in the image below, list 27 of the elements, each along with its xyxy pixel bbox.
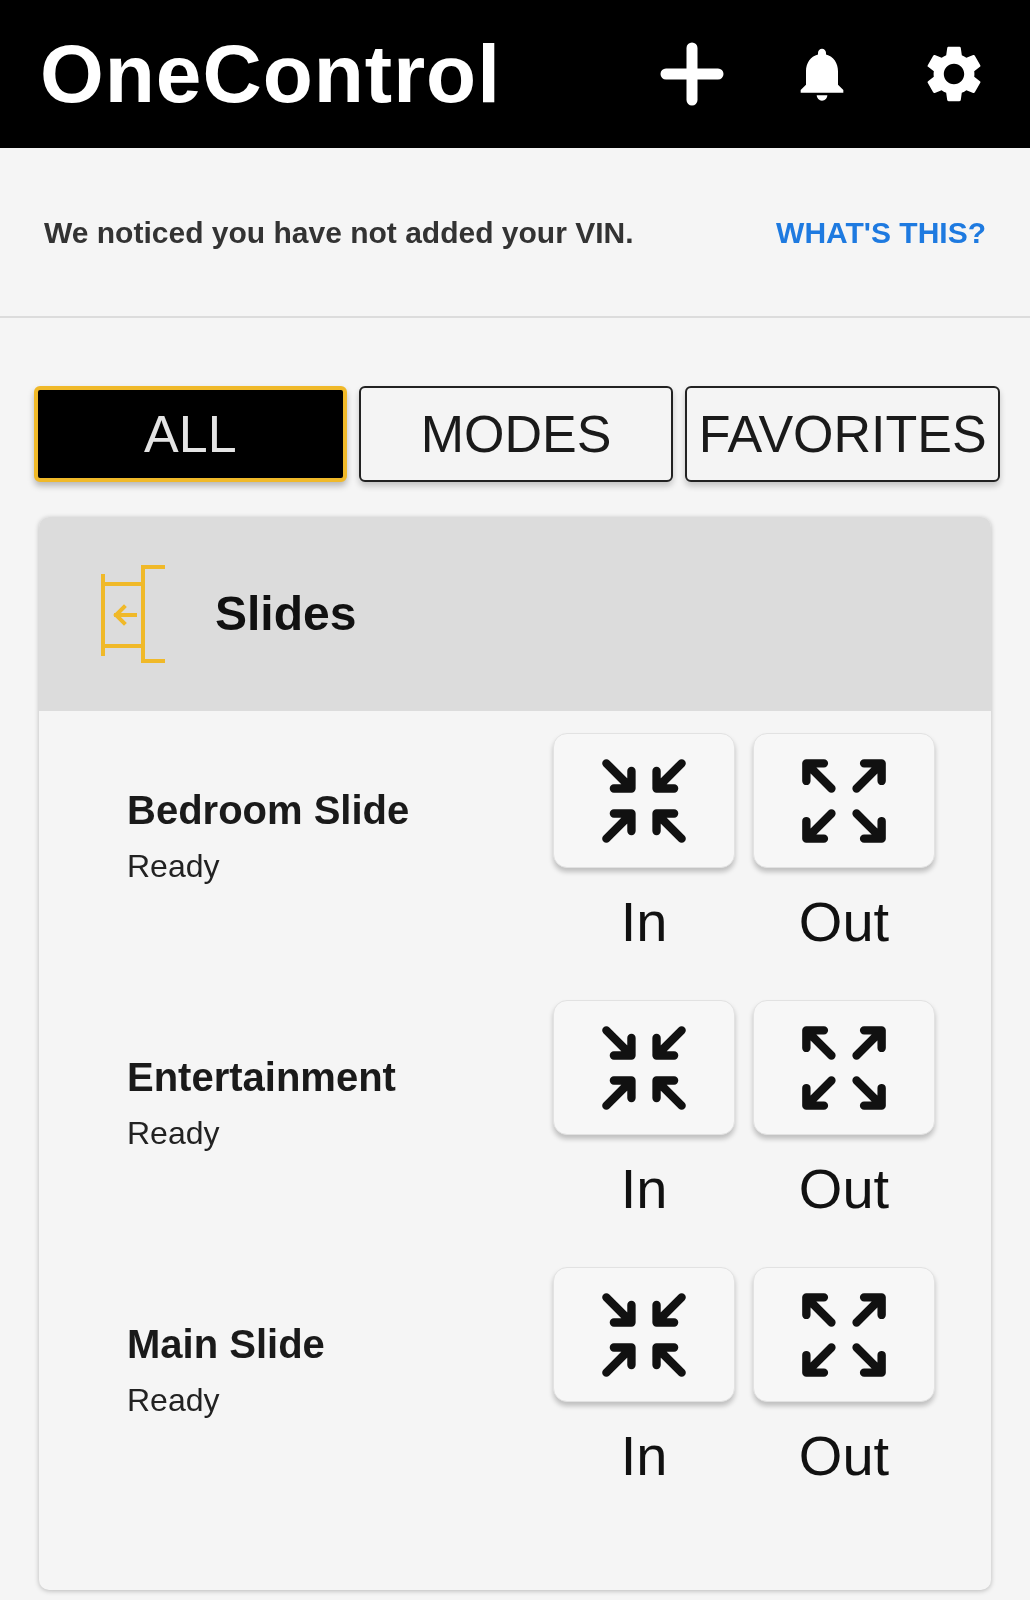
filter-tab[interactable]: MODES [358, 386, 674, 482]
button-label: Out [798, 892, 890, 952]
device-name: Bedroom Slide [127, 787, 411, 834]
device-status: Ready [127, 1114, 221, 1153]
slide-out-button[interactable] [753, 1267, 935, 1402]
slide-in-button[interactable] [553, 1267, 735, 1402]
slide-room-icon [99, 564, 167, 664]
app-title: OneControl [40, 33, 501, 115]
slide-out-button[interactable] [753, 1000, 935, 1135]
slide-in-button[interactable] [553, 733, 735, 868]
button-label: In [620, 1426, 668, 1486]
device-name: Main Slide [127, 1321, 326, 1368]
device-status: Ready [127, 847, 221, 886]
slide-in-button[interactable] [553, 1000, 735, 1135]
filter-tab[interactable]: ALL [34, 386, 347, 482]
button-label: Out [798, 1426, 890, 1486]
slide-out-button[interactable] [753, 733, 935, 868]
vin-notice-text: We noticed you have not added your VIN. [44, 214, 634, 251]
button-label: In [620, 892, 668, 952]
device-status: Ready [127, 1381, 221, 1420]
plus-icon[interactable] [660, 42, 724, 106]
button-label: Out [798, 1159, 890, 1219]
device-name: Entertainment [127, 1054, 397, 1101]
filter-tab[interactable]: FAVORITES [685, 386, 1000, 482]
group-title: Slides [215, 586, 357, 642]
whats-this-link[interactable]: WHAT'S THIS? [776, 209, 986, 255]
button-label: In [620, 1159, 668, 1219]
